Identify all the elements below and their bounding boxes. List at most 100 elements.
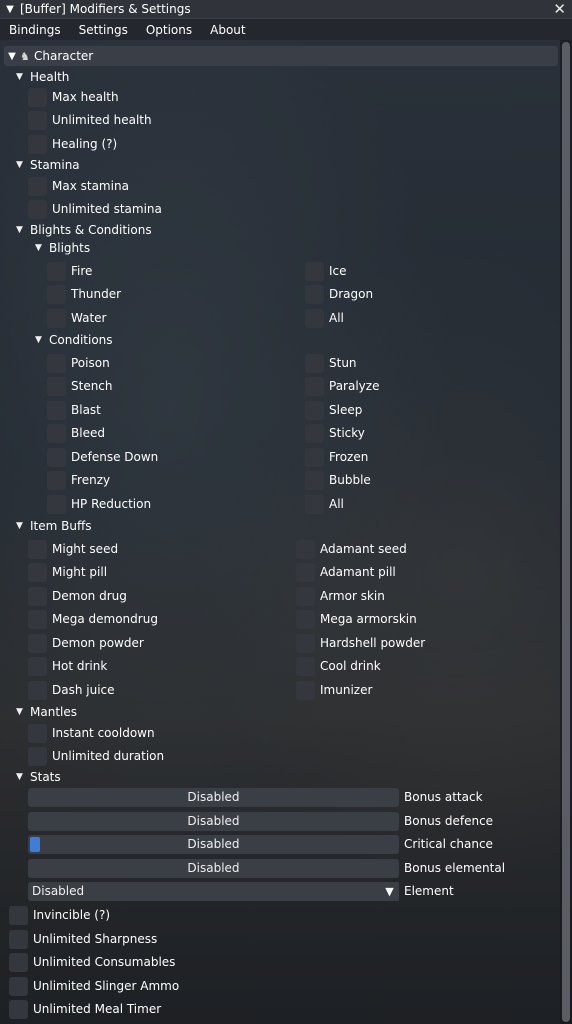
checkbox-demon-drug[interactable]: Demon drug (28, 586, 127, 606)
checkbox-adamant-pill[interactable]: Adamant pill (296, 562, 396, 582)
checkbox-box[interactable] (305, 261, 324, 281)
character-header[interactable]: ▼ ♞ Character (4, 46, 558, 66)
checkbox-hardshell-powder[interactable]: Hardshell powder (296, 633, 425, 653)
checkbox-box[interactable] (9, 999, 28, 1019)
tree-node-blights-conditions[interactable]: ▼ Blights & Conditions (16, 222, 152, 238)
tree-node-stamina[interactable]: ▼ Stamina (16, 157, 80, 173)
checkbox-box[interactable] (9, 929, 28, 949)
checkbox-box[interactable] (296, 633, 315, 653)
checkbox-blights-all[interactable]: All (305, 308, 344, 328)
checkbox-box[interactable] (296, 609, 315, 629)
checkbox-unlimited-slinger-ammo[interactable]: Unlimited Slinger Ammo (9, 976, 179, 996)
checkbox-poison[interactable]: Poison (47, 353, 110, 373)
tree-node-blights[interactable]: ▼ Blights (35, 240, 90, 256)
checkbox-box[interactable] (28, 586, 47, 606)
checkbox-healing[interactable]: Healing (?) (28, 134, 117, 154)
chevron-down-icon[interactable]: ▼ (380, 882, 399, 901)
checkbox-box[interactable] (28, 746, 47, 766)
checkbox-box[interactable] (28, 176, 47, 196)
checkbox-unlimited-stamina[interactable]: Unlimited stamina (28, 199, 162, 219)
checkbox-box[interactable] (28, 609, 47, 629)
tree-node-mantles[interactable]: ▼ Mantles (16, 704, 77, 720)
checkbox-box[interactable] (296, 656, 315, 676)
slider-critical-chance[interactable]: Disabled (28, 835, 399, 854)
checkbox-frenzy[interactable]: Frenzy (47, 470, 110, 490)
checkbox-unlimited-consumables[interactable]: Unlimited Consumables (9, 952, 175, 972)
collapse-window-icon[interactable]: ▼ (0, 4, 20, 15)
checkbox-box[interactable] (28, 199, 47, 219)
checkbox-box[interactable] (28, 110, 47, 130)
checkbox-box[interactable] (47, 400, 66, 420)
checkbox-might-seed[interactable]: Might seed (28, 539, 118, 559)
checkbox-box[interactable] (305, 308, 324, 328)
checkbox-box[interactable] (47, 308, 66, 328)
checkbox-box[interactable] (305, 400, 324, 420)
checkbox-water[interactable]: Water (47, 308, 106, 328)
checkbox-mega-demondrug[interactable]: Mega demondrug (28, 609, 158, 629)
menu-options[interactable]: Options (137, 23, 201, 37)
close-icon[interactable]: ✕ (553, 0, 566, 19)
checkbox-box[interactable] (47, 261, 66, 281)
menu-settings[interactable]: Settings (70, 23, 137, 37)
checkbox-max-health[interactable]: Max health (28, 87, 119, 107)
checkbox-box[interactable] (305, 470, 324, 490)
checkbox-thunder[interactable]: Thunder (47, 284, 121, 304)
checkbox-max-stamina[interactable]: Max stamina (28, 176, 129, 196)
checkbox-demon-powder[interactable]: Demon powder (28, 633, 144, 653)
checkbox-box[interactable] (305, 376, 324, 396)
checkbox-fire[interactable]: Fire (47, 261, 92, 281)
checkbox-box[interactable] (9, 976, 28, 996)
checkbox-hot-drink[interactable]: Hot drink (28, 656, 107, 676)
checkbox-instant-cooldown[interactable]: Instant cooldown (28, 723, 155, 743)
checkbox-imunizer[interactable]: Imunizer (296, 680, 372, 700)
checkbox-box[interactable] (305, 284, 324, 304)
checkbox-stench[interactable]: Stench (47, 376, 113, 396)
checkbox-unlimited-duration[interactable]: Unlimited duration (28, 746, 164, 766)
checkbox-hp-reduction[interactable]: HP Reduction (47, 494, 151, 514)
checkbox-invincible[interactable]: Invincible (?) (9, 905, 110, 925)
checkbox-box[interactable] (28, 633, 47, 653)
checkbox-sleep[interactable]: Sleep (305, 400, 362, 420)
menu-about[interactable]: About (201, 23, 254, 37)
checkbox-box[interactable] (296, 586, 315, 606)
checkbox-box[interactable] (47, 447, 66, 467)
slider-bonus-attack[interactable]: Disabled (28, 788, 399, 807)
checkbox-mega-armorskin[interactable]: Mega armorskin (296, 609, 417, 629)
checkbox-box[interactable] (296, 680, 315, 700)
checkbox-sticky[interactable]: Sticky (305, 423, 365, 443)
checkbox-might-pill[interactable]: Might pill (28, 562, 107, 582)
checkbox-paralyze[interactable]: Paralyze (305, 376, 379, 396)
checkbox-box[interactable] (305, 447, 324, 467)
tree-node-stats[interactable]: ▼ Stats (16, 769, 61, 785)
checkbox-box[interactable] (9, 905, 28, 925)
checkbox-box[interactable] (47, 284, 66, 304)
checkbox-box[interactable] (9, 952, 28, 972)
scrollbar-thumb[interactable] (562, 42, 570, 1022)
checkbox-box[interactable] (28, 723, 47, 743)
checkbox-conditions-all[interactable]: All (305, 494, 344, 514)
checkbox-bleed[interactable]: Bleed (47, 423, 105, 443)
checkbox-box[interactable] (28, 656, 47, 676)
checkbox-box[interactable] (28, 134, 47, 154)
tree-node-item-buffs[interactable]: ▼ Item Buffs (16, 518, 92, 534)
checkbox-box[interactable] (305, 353, 324, 373)
checkbox-armor-skin[interactable]: Armor skin (296, 586, 385, 606)
checkbox-ice[interactable]: Ice (305, 261, 347, 281)
checkbox-box[interactable] (28, 87, 47, 107)
checkbox-cool-drink[interactable]: Cool drink (296, 656, 381, 676)
checkbox-box[interactable] (47, 470, 66, 490)
slider-bonus-elemental[interactable]: Disabled (28, 859, 399, 878)
checkbox-box[interactable] (28, 539, 47, 559)
checkbox-box[interactable] (28, 680, 47, 700)
checkbox-box[interactable] (296, 562, 315, 582)
checkbox-adamant-seed[interactable]: Adamant seed (296, 539, 407, 559)
title-bar[interactable]: ▼ [Buffer] Modifiers & Settings ✕ (0, 0, 572, 19)
checkbox-unlimited-meal-timer[interactable]: Unlimited Meal Timer (9, 999, 161, 1019)
checkbox-box[interactable] (47, 423, 66, 443)
menu-bindings[interactable]: Bindings (0, 23, 70, 37)
checkbox-box[interactable] (47, 376, 66, 396)
vertical-scrollbar[interactable] (560, 40, 572, 1024)
checkbox-box[interactable] (47, 353, 66, 373)
checkbox-dash-juice[interactable]: Dash juice (28, 680, 115, 700)
checkbox-box[interactable] (305, 423, 324, 443)
